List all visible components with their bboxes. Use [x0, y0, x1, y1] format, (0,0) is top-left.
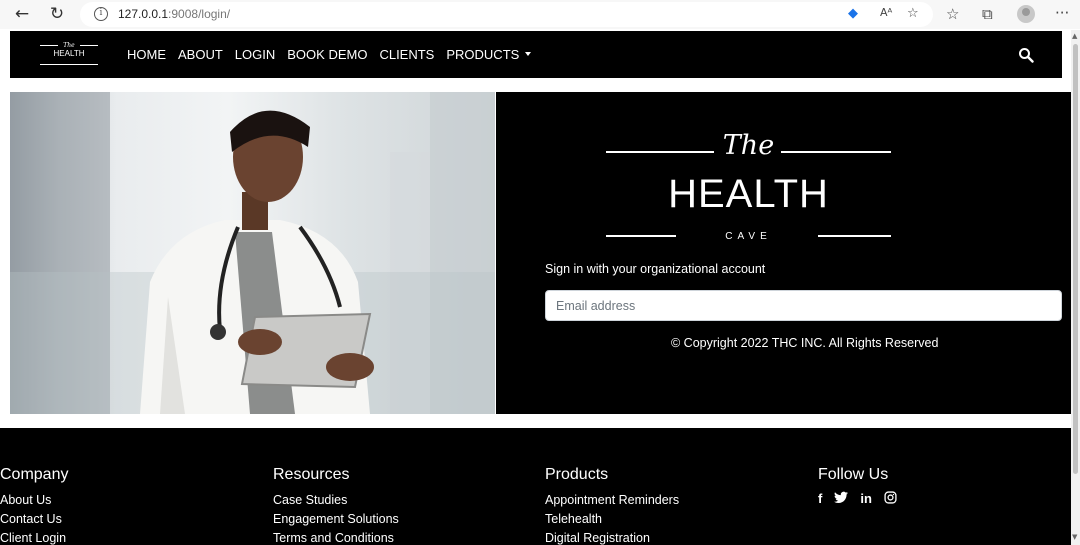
footer-products: Products Appointment Reminders Telehealt… [545, 466, 679, 545]
footer-company-title: Company [0, 466, 69, 483]
footer-link-client-login[interactable]: Client Login [0, 529, 68, 545]
nav-about[interactable]: ABOUT [178, 47, 223, 62]
logo-health-text: HEALTH [668, 172, 829, 216]
site-navbar: The HEALTH HOME ABOUT LOGIN BOOK DEMO CL… [10, 31, 1062, 78]
social-links: f in [818, 491, 897, 506]
logo-rule [80, 45, 98, 46]
login-panel: The HEALTH CAVE Sign in with your organi… [496, 92, 1071, 414]
copyright-text: © Copyright 2022 THC INC. All Rights Res… [671, 336, 939, 350]
logo-cave-text: CAVE [725, 231, 772, 242]
nav-products-dropdown[interactable]: PRODUCTS [446, 47, 532, 62]
signin-instruction: Sign in with your organizational account [545, 262, 766, 276]
footer-link-appointment-reminders[interactable]: Appointment Reminders [545, 491, 679, 510]
footer-link-about-us[interactable]: About Us [0, 491, 68, 510]
favorite-star-icon[interactable]: ☆ [907, 6, 919, 21]
back-arrow-icon[interactable]: ← [12, 4, 32, 24]
nav-home[interactable]: HOME [127, 47, 166, 62]
linkedin-icon[interactable]: in [860, 491, 872, 506]
doctor-hero-image [10, 92, 495, 414]
read-aloud-icon[interactable]: Aᴬ [880, 6, 892, 19]
doctor-illustration [10, 92, 495, 414]
search-icon[interactable] [1018, 47, 1034, 63]
shopping-tag-icon[interactable]: ◆ [848, 6, 858, 21]
footer-resources: Resources Case Studies Engagement Soluti… [273, 466, 399, 545]
page-scrollbar[interactable]: ▲ ▼ [1071, 30, 1080, 545]
twitter-icon[interactable] [834, 491, 849, 504]
url-text[interactable]: 127.0.0.1:9008/login/ [118, 7, 230, 21]
logo-rule [40, 64, 98, 65]
footer-link-contact-us[interactable]: Contact Us [0, 510, 68, 529]
favorites-icon[interactable]: ☆ [946, 5, 959, 23]
nav-menu: HOME ABOUT LOGIN BOOK DEMO CLIENTS PRODU… [127, 47, 532, 62]
footer-resources-title: Resources [273, 466, 350, 483]
footer-link-case-studies[interactable]: Case Studies [273, 491, 399, 510]
nav-clients[interactable]: CLIENTS [379, 47, 434, 62]
health-cave-logo: The HEALTH CAVE [606, 128, 891, 243]
email-input[interactable] [545, 290, 1062, 321]
scrollbar-thumb[interactable] [1073, 44, 1078, 474]
nav-logo[interactable]: The HEALTH [40, 40, 98, 68]
site-info-icon[interactable]: i [94, 7, 108, 21]
address-bar[interactable]: i 127.0.0.1:9008/login/ ◆ Aᴬ ☆ [80, 2, 933, 27]
nav-logo-text: HEALTH [53, 49, 85, 58]
footer-link-telehealth[interactable]: Telehealth [545, 510, 679, 529]
footer-link-engagement-solutions[interactable]: Engagement Solutions [273, 510, 399, 529]
footer-company: Company About Us Contact Us Client Login [0, 466, 68, 545]
footer-follow: Follow Us f in [818, 466, 897, 506]
footer-link-terms[interactable]: Terms and Conditions [273, 529, 399, 545]
site-footer: Company About Us Contact Us Client Login… [0, 428, 1071, 545]
collections-icon[interactable]: ⧉ [982, 5, 993, 23]
footer-follow-title: Follow Us [818, 466, 889, 483]
reload-icon[interactable]: ↻ [47, 4, 67, 24]
nav-login[interactable]: LOGIN [235, 47, 275, 62]
instagram-icon[interactable] [884, 491, 897, 504]
facebook-icon[interactable]: f [818, 491, 822, 506]
logo-script-the: The [722, 130, 775, 161]
scroll-down-icon[interactable]: ▼ [1072, 533, 1077, 541]
scroll-up-icon[interactable]: ▲ [1072, 32, 1077, 40]
footer-link-digital-registration[interactable]: Digital Registration [545, 529, 679, 545]
profile-avatar[interactable] [1017, 5, 1035, 23]
nav-book-demo[interactable]: BOOK DEMO [287, 47, 367, 62]
caret-down-icon [525, 51, 532, 56]
footer-products-title: Products [545, 466, 609, 483]
more-menu-icon[interactable]: ··· [1055, 4, 1069, 22]
logo-rule [40, 45, 58, 46]
browser-toolbar: ← ↻ i 127.0.0.1:9008/login/ ◆ Aᴬ ☆ ☆ ⧉ ·… [0, 0, 1080, 29]
